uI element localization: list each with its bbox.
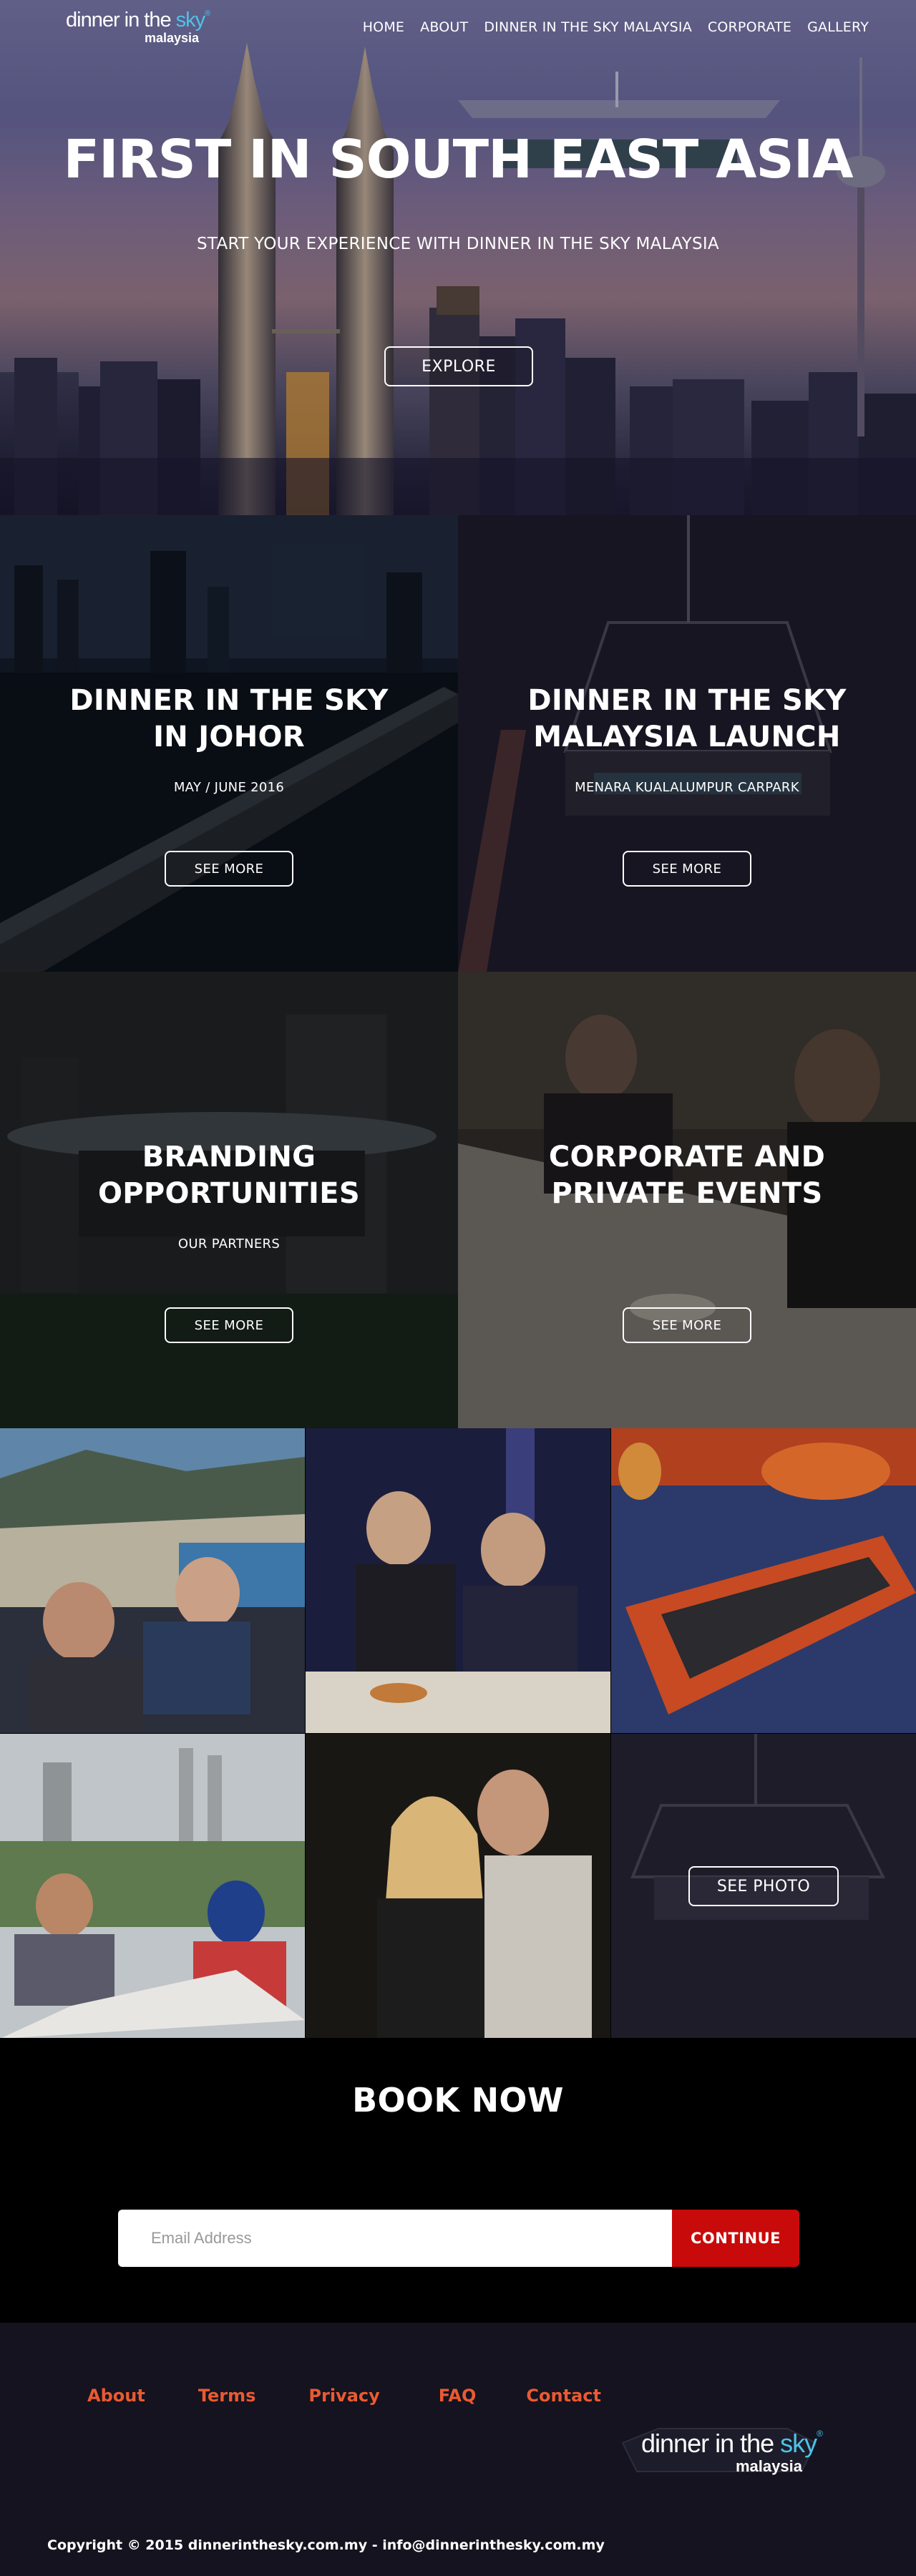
tile-title-line1: CORPORATE AND [548, 1141, 826, 1174]
footer: About Terms Privacy FAQ Contact dinner i… [0, 2323, 916, 2576]
hero-subtitle: START YOUR EXPERIENCE WITH DINNER IN THE… [197, 235, 719, 253]
tile-title-line1: DINNER IN THE SKY [69, 684, 389, 717]
see-more-corporate-button[interactable]: SEE MORE [623, 1307, 751, 1343]
gallery-photo-guests[interactable] [306, 1428, 610, 1733]
footer-link-faq[interactable]: FAQ [439, 2386, 477, 2406]
logo-subtext: malaysia [145, 30, 200, 45]
hero-title: FIRST IN SOUTH EAST ASIA [63, 129, 853, 190]
tile-title-line1: DINNER IN THE SKY [527, 684, 847, 717]
tile-title-line2: PRIVATE EVENTS [551, 1177, 823, 1210]
explore-button[interactable]: EXPLORE [384, 346, 533, 386]
photo-gallery: SEE PHOTO [0, 1428, 916, 2039]
nav-gallery[interactable]: GALLERY [807, 19, 869, 35]
see-more-launch-button[interactable]: SEE MORE [623, 851, 751, 887]
see-photo-button[interactable]: SEE PHOTO [688, 1866, 839, 1906]
logo-text: dinner in the sky® [66, 8, 210, 31]
footer-link-privacy[interactable]: Privacy [308, 2386, 379, 2406]
gallery-more-tile: SEE PHOTO [611, 1734, 916, 2039]
footer-logo-subtext: malaysia [736, 2457, 802, 2475]
tile-malaysia-launch: DINNER IN THE SKY MALAYSIA LAUNCH MENARA… [458, 515, 916, 972]
gallery-photo-jagermeister[interactable] [611, 1428, 916, 1733]
nav-home[interactable]: HOME [363, 19, 404, 35]
main-menu: HOME ABOUT DINNER IN THE SKY MALAYSIA CO… [363, 19, 869, 35]
footer-links: About Terms Privacy FAQ Contact [87, 2386, 601, 2406]
footer-link-contact[interactable]: Contact [526, 2386, 601, 2406]
nav-corporate[interactable]: CORPORATE [708, 19, 791, 35]
tile-title-line2: MALAYSIA LAUNCH [533, 721, 841, 753]
tile-corporate-events: CORPORATE AND PRIVATE EVENTS SEE MORE [458, 972, 916, 1428]
footer-logo: dinner in the sky® malaysia [615, 2414, 823, 2486]
see-more-branding-button[interactable]: SEE MORE [165, 1307, 293, 1343]
tile-branding: BRANDING OPPORTUNITIES OUR PARTNERS SEE … [0, 972, 458, 1428]
tile-subtitle: MENARA KUALALUMPUR CARPARK [575, 780, 799, 795]
tile-title-line2: OPPORTUNITIES [98, 1177, 360, 1210]
footer-link-about[interactable]: About [87, 2386, 145, 2406]
tile-title-line2: IN JOHOR [153, 721, 305, 753]
footer-link-terms[interactable]: Terms [198, 2386, 256, 2406]
tile-johor: DINNER IN THE SKY IN JOHOR MAY / JUNE 20… [0, 515, 458, 972]
hero-section: dinner in the sky® malaysia HOME ABOUT D… [0, 0, 916, 515]
gallery-photo-kl-day[interactable] [0, 1734, 305, 2039]
tile-subtitle: OUR PARTNERS [177, 1236, 281, 1252]
book-now-title: BOOK NOW [352, 2081, 564, 2119]
nav-about[interactable]: ABOUT [420, 19, 468, 35]
see-more-johor-button[interactable]: SEE MORE [165, 851, 293, 887]
tile-title-line1: BRANDING [142, 1141, 316, 1174]
tile-subtitle: MAY / JUNE 2016 [173, 780, 285, 795]
gallery-photo-couple[interactable] [306, 1734, 610, 2039]
copyright-text: Copyright © 2015 dinnerinthesky.com.my -… [47, 2537, 605, 2553]
book-now-section: BOOK NOW CONTINUE [0, 2038, 916, 2323]
nav-dinner-in-the-sky-malaysia[interactable]: DINNER IN THE SKY MALAYSIA [484, 19, 692, 35]
footer-logo-text: dinner in the sky® [641, 2429, 823, 2458]
top-navbar: dinner in the sky® malaysia HOME ABOUT D… [0, 0, 916, 54]
gallery-photo-coast[interactable] [0, 1428, 305, 1733]
brand-logo[interactable]: dinner in the sky® malaysia [66, 8, 210, 45]
email-input[interactable] [118, 2210, 672, 2267]
hero-overlay [0, 0, 916, 515]
feature-tiles: DINNER IN THE SKY IN JOHOR MAY / JUNE 20… [0, 515, 916, 1428]
continue-button[interactable]: CONTINUE [672, 2210, 799, 2267]
